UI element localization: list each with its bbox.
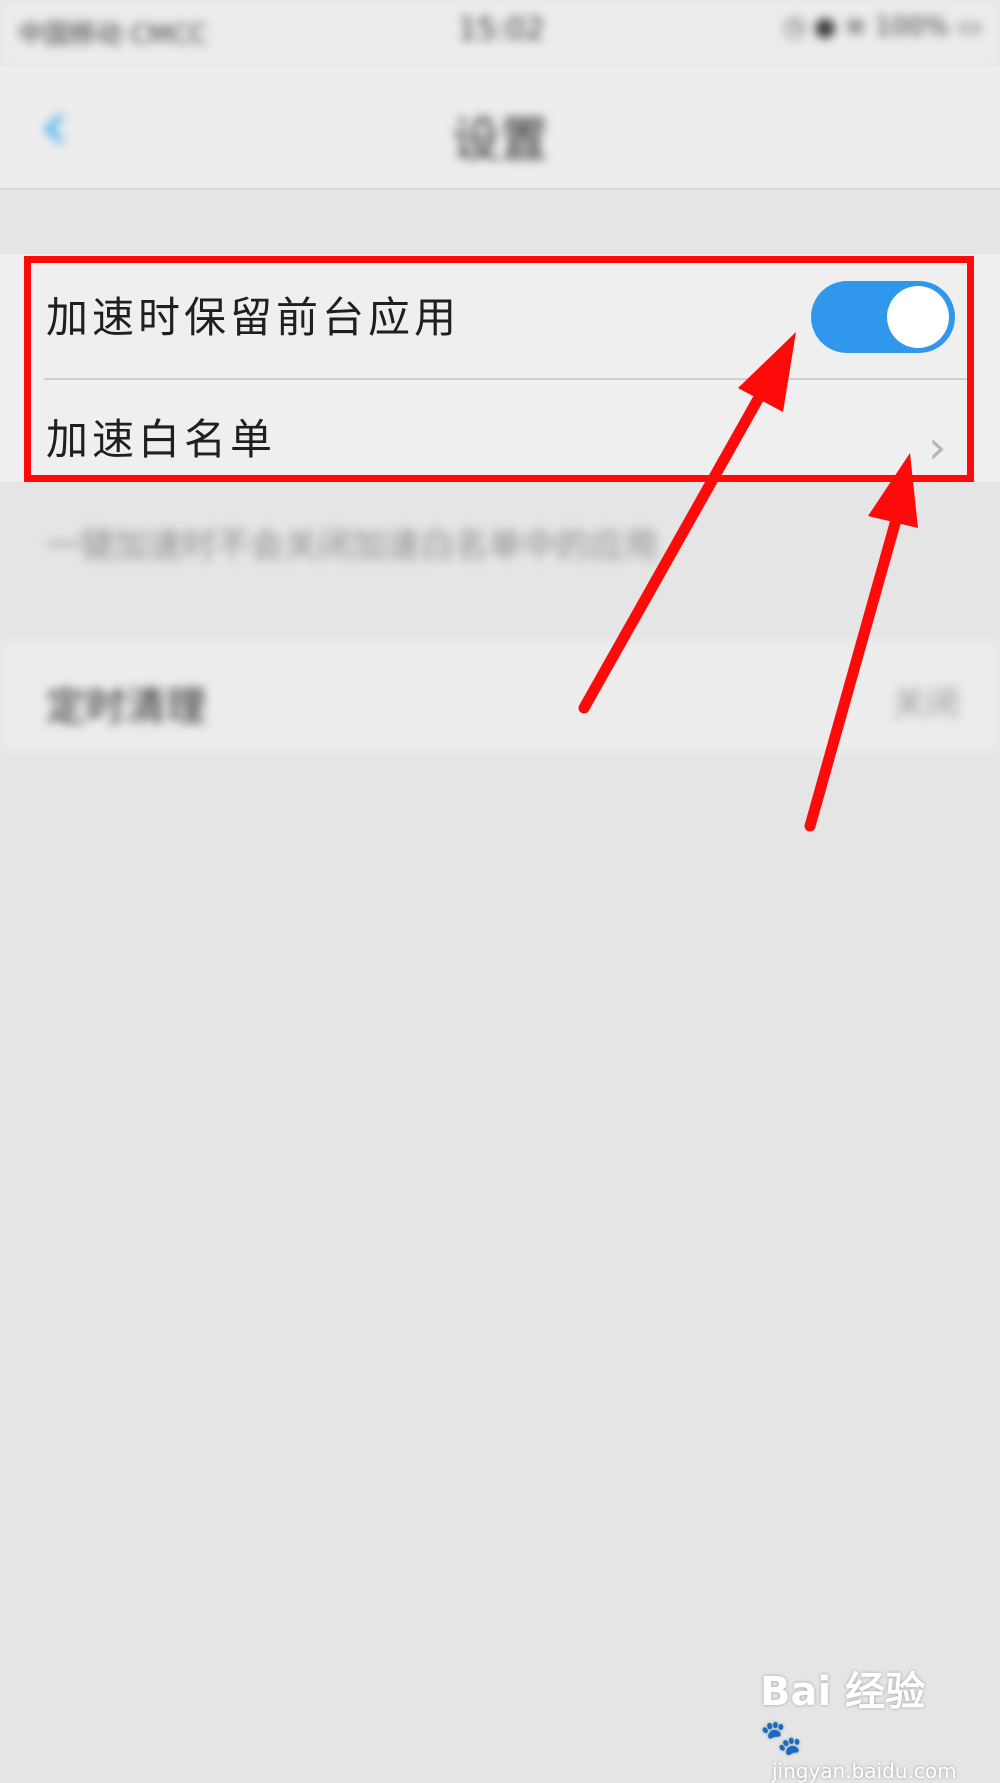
status-icons: ◷ ● ≋ 100% ▭ xyxy=(783,12,982,42)
status-time: 15:02 xyxy=(458,12,545,47)
paw-icon: 🐾 xyxy=(760,1718,803,1758)
baidu-jingyan-watermark: Bai 经验 🐾 jingyan.baidu.com xyxy=(760,1670,980,1782)
watermark-logo: Bai 经验 xyxy=(760,1669,926,1715)
alarm-icon: ◷ xyxy=(782,12,806,42)
carrier-label: 中国移动 CMCC xyxy=(18,20,208,50)
battery-label: 100% xyxy=(874,12,950,42)
whitelist-footnote: 一键加速时不会关闭加速白名单中的应用 xyxy=(46,526,658,566)
navigation-bar: ‹ 设置 xyxy=(0,66,1000,190)
scheduled-clean-label: 定时清理 xyxy=(46,684,206,730)
lock-icon: ● xyxy=(813,12,837,42)
settings-group-schedule: 定时清理 关闭 xyxy=(0,640,1000,752)
page-title: 设置 xyxy=(451,112,548,168)
watermark-url: jingyan.baidu.com xyxy=(772,1759,957,1783)
status-bar: 中国移动 CMCC 15:02 ◷ ● ≋ 100% ▭ xyxy=(0,0,1000,66)
scheduled-clean-value: 关闭 xyxy=(892,684,960,724)
wifi-icon: ≋ xyxy=(844,12,867,42)
highlight-box xyxy=(24,256,974,482)
battery-icon: ▭ xyxy=(957,12,982,42)
